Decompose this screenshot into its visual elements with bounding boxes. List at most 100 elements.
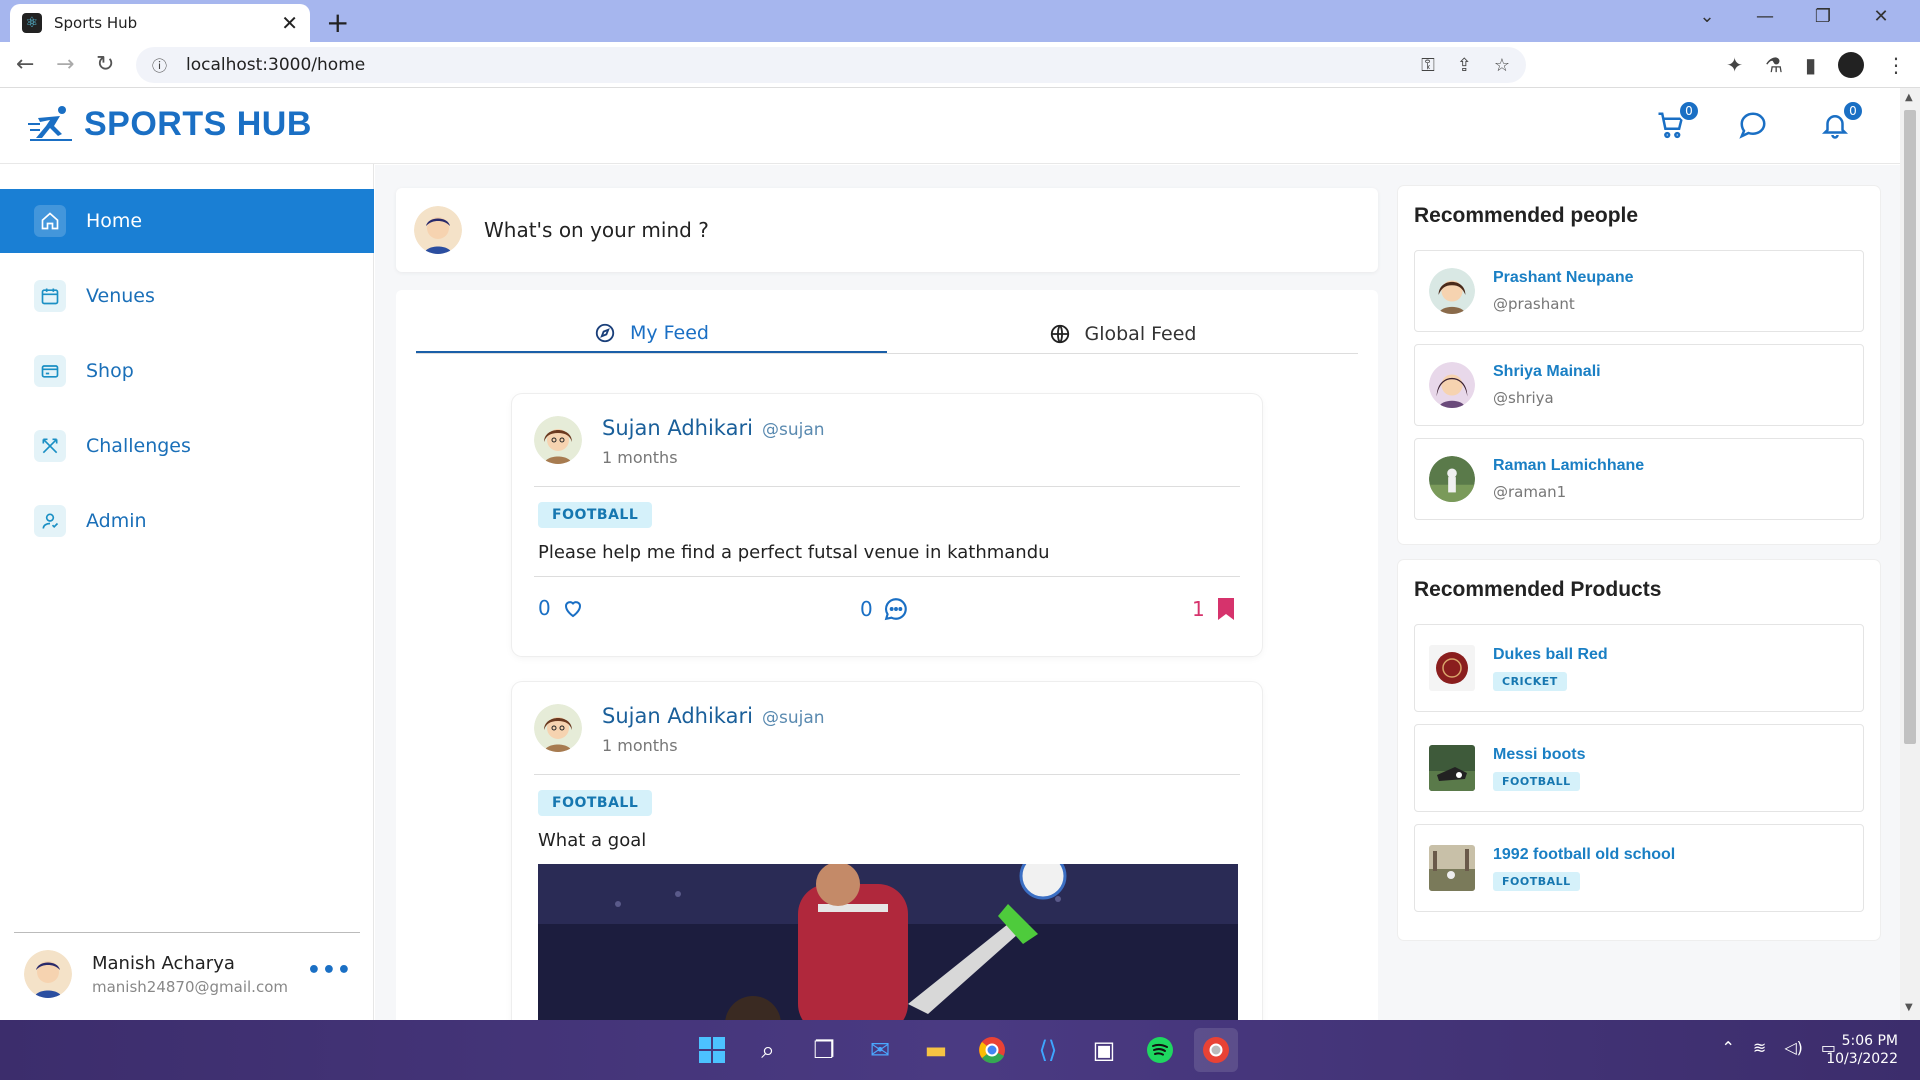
sidebar-item-home[interactable]: Home <box>0 189 374 253</box>
scroll-down-icon[interactable]: ▼ <box>1905 1002 1913 1013</box>
scroll-thumb[interactable] <box>1904 110 1916 744</box>
user-card[interactable]: Manish Acharya manish24870@gmail.com ••• <box>24 944 364 1004</box>
sidebar-item-label: Admin <box>86 510 147 532</box>
person-name[interactable]: Shriya Mainali <box>1493 363 1601 381</box>
card-title: Recommended Products <box>1414 578 1662 601</box>
sidebar-item-shop[interactable]: Shop <box>0 339 374 403</box>
author-name[interactable]: Sujan Adhikari <box>602 416 753 440</box>
product-tag: FOOTBALL <box>1493 871 1580 891</box>
globe-icon <box>1050 324 1069 343</box>
menu-icon[interactable]: ⋮ <box>1886 53 1906 77</box>
sidebar-item-label: Shop <box>86 360 134 382</box>
person-avatar <box>1429 456 1475 502</box>
product-name[interactable]: Messi boots <box>1493 746 1585 764</box>
cart-button[interactable]: 0 <box>1656 100 1700 140</box>
close-tab-icon[interactable]: ✕ <box>281 11 298 35</box>
author-handle[interactable]: @sujan <box>762 708 825 728</box>
share-icon[interactable]: ⇪ <box>1457 55 1472 76</box>
person-avatar <box>1429 362 1475 408</box>
key-icon[interactable]: ⚿ <box>1421 55 1435 76</box>
spotify-icon[interactable] <box>1138 1028 1182 1072</box>
side-panel-icon[interactable]: ▮ <box>1805 53 1816 77</box>
product-tag: CRICKET <box>1493 671 1567 691</box>
browser-tab[interactable]: ⚛ Sports Hub ✕ <box>10 4 310 42</box>
card-icon <box>34 355 66 387</box>
sidebar-divider <box>14 932 360 933</box>
file-explorer-icon[interactable]: ▬ <box>914 1028 958 1072</box>
post-image[interactable] <box>538 864 1238 1034</box>
site-info-icon[interactable]: ⓘ <box>152 55 180 76</box>
url-text[interactable]: localhost:3000/home <box>186 55 365 75</box>
chrome-dev-icon[interactable] <box>1194 1028 1238 1072</box>
search-icon[interactable]: ⌕ <box>746 1028 790 1072</box>
sidebar-item-venues[interactable]: Venues <box>0 264 374 328</box>
mail-icon[interactable]: ✉ <box>858 1028 902 1072</box>
recommended-product[interactable]: 1992 football old school FOOTBALL <box>1414 824 1864 912</box>
bookmark-star-icon[interactable]: ☆ <box>1494 55 1510 76</box>
recommended-person[interactable]: Prashant Neupane @prashant <box>1414 250 1864 332</box>
like-button[interactable]: 0 <box>538 596 585 620</box>
task-view-icon[interactable]: ❐ <box>802 1028 846 1072</box>
logo[interactable]: SPORTS HUB <box>28 104 312 144</box>
sidebar-item-admin[interactable]: Admin <box>0 489 374 553</box>
more-options-icon[interactable]: ••• <box>307 958 352 983</box>
author-avatar[interactable] <box>534 704 582 752</box>
post-card: Sujan Adhikari @sujan 1 months FOOTBALL … <box>512 394 1262 656</box>
clock-date: 10/3/2022 <box>1826 1051 1898 1067</box>
start-icon[interactable] <box>690 1028 734 1072</box>
comment-button[interactable]: 0 <box>860 596 909 622</box>
compose-box[interactable]: What's on your mind ? <box>396 188 1378 272</box>
tab-my-feed[interactable]: My Feed <box>416 314 887 353</box>
product-tag: FOOTBALL <box>1493 771 1580 791</box>
compose-placeholder[interactable]: What's on your mind ? <box>484 218 709 242</box>
extensions-icon[interactable]: ✦ <box>1726 53 1743 77</box>
person-avatar <box>1429 268 1475 314</box>
person-handle: @shriya <box>1493 389 1554 407</box>
sport-tag: FOOTBALL <box>538 502 653 528</box>
divider <box>534 486 1240 487</box>
bookmark-count: 1 <box>1192 597 1205 621</box>
profile-icon[interactable] <box>1838 52 1864 78</box>
user-name: Manish Acharya <box>92 952 235 974</box>
close-window-button[interactable]: ✕ <box>1852 6 1910 27</box>
logo-text: SPORTS HUB <box>84 104 312 143</box>
clock[interactable]: 5:06 PM 10/3/2022 <box>1826 1032 1898 1068</box>
product-name[interactable]: 1992 football old school <box>1493 846 1675 864</box>
scroll-up-icon[interactable]: ▲ <box>1905 92 1913 103</box>
minimize-button[interactable]: — <box>1736 6 1794 27</box>
reload-icon[interactable]: ↻ <box>96 52 114 77</box>
recommended-product[interactable]: Dukes ball Red CRICKET <box>1414 624 1864 712</box>
sidebar-item-label: Challenges <box>86 435 191 457</box>
address-bar[interactable]: ⓘ localhost:3000/home ⚿ ⇪ ☆ <box>136 47 1526 83</box>
chevron-up-icon[interactable]: ⌃ <box>1722 1038 1735 1057</box>
forward-icon[interactable]: → <box>56 52 74 77</box>
tab-global-feed[interactable]: Global Feed <box>887 314 1358 353</box>
new-tab-button[interactable]: + <box>326 6 349 39</box>
recommended-person[interactable]: Shriya Mainali @shriya <box>1414 344 1864 426</box>
heart-icon <box>564 601 581 618</box>
volume-icon[interactable]: ◁) <box>1784 1038 1803 1057</box>
person-name[interactable]: Prashant Neupane <box>1493 269 1633 287</box>
wifi-icon[interactable]: ≋ <box>1753 1038 1766 1057</box>
recommended-product[interactable]: Messi boots FOOTBALL <box>1414 724 1864 812</box>
sidebar-item-challenges[interactable]: Challenges <box>0 414 374 478</box>
author-name[interactable]: Sujan Adhikari <box>602 704 753 728</box>
messages-button[interactable] <box>1738 110 1768 140</box>
product-name[interactable]: Dukes ball Red <box>1493 646 1608 664</box>
author-handle[interactable]: @sujan <box>762 420 825 440</box>
author-avatar[interactable] <box>534 416 582 464</box>
bookmark-button[interactable]: 1 <box>1192 596 1237 622</box>
terminal-icon[interactable]: ▣ <box>1082 1028 1126 1072</box>
back-icon[interactable]: ← <box>16 52 34 77</box>
notifications-button[interactable]: 0 <box>1820 100 1864 140</box>
restore-button[interactable]: ❐ <box>1794 6 1852 27</box>
recommended-person[interactable]: Raman Lamichhane @raman1 <box>1414 438 1864 520</box>
vscode-icon[interactable]: ⟨⟩ <box>1026 1028 1070 1072</box>
chrome-icon[interactable] <box>970 1028 1014 1072</box>
page-scrollbar[interactable]: ▲ ▼ <box>1900 88 1920 1020</box>
person-name[interactable]: Raman Lamichhane <box>1493 457 1644 475</box>
tab-search-icon[interactable]: ⌄ <box>1678 6 1736 27</box>
runner-logo-icon <box>28 106 72 141</box>
lab-icon[interactable]: ⚗ <box>1765 53 1783 77</box>
window-controls: ⌄ — ❐ ✕ <box>1678 6 1910 27</box>
